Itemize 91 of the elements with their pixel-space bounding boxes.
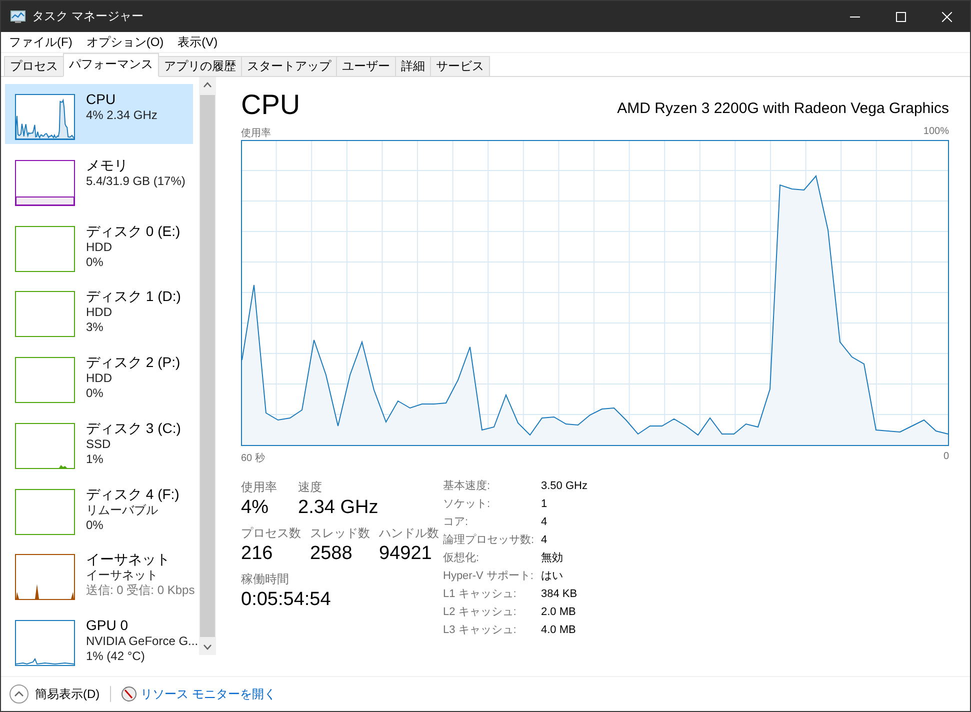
device-name: ディスク 3 (C:) xyxy=(86,420,181,437)
menu-item[interactable]: 表示(V) xyxy=(178,34,218,50)
spec-value: 384 KB xyxy=(541,587,578,602)
device-detail: 0% xyxy=(86,254,104,270)
graph-time-label: 0 xyxy=(943,451,949,464)
device-detail: 4% 2.34 GHz xyxy=(86,108,158,123)
sidebar-item[interactable]: ディスク 0 (E:) HDD 0% xyxy=(5,216,193,276)
spec-label: 基本速度: xyxy=(443,479,492,494)
sidebar-item[interactable]: ディスク 4 (F:) リムーバブル 0% xyxy=(5,478,193,538)
menu-item[interactable]: オプション(O) xyxy=(86,34,164,50)
chevron-up-circle-icon xyxy=(9,684,29,704)
gauge-icon xyxy=(120,686,137,702)
tab[interactable]: パフォーマンス xyxy=(63,53,159,77)
spec-label: Hyper-V サポート: xyxy=(443,569,534,584)
stat-label: プロセス数 xyxy=(241,525,302,542)
device-name: イーサネット xyxy=(86,551,171,568)
fewer-details-button[interactable]: 簡易表示(D) xyxy=(9,684,100,704)
spec-value: はい xyxy=(541,569,564,584)
stat-label: 速度 xyxy=(298,479,323,496)
device-detail: NVIDIA GeForce G... xyxy=(86,634,198,650)
chevron-up-icon[interactable] xyxy=(203,82,212,88)
device-detail: SSD xyxy=(86,436,112,452)
tab[interactable]: ユーザー xyxy=(336,56,396,76)
sidebar-item[interactable]: メモリ 5.4/31.9 GB (17%) xyxy=(5,150,193,210)
device-detail: 1% xyxy=(86,452,104,467)
menu-item[interactable]: ファイル(F) xyxy=(9,34,72,50)
tab[interactable]: プロセス xyxy=(4,56,64,76)
stat-value: 0:05:54:54 xyxy=(241,588,332,612)
resource-monitor-link[interactable]: リソース モニターを開く xyxy=(120,686,276,702)
spec-label: 論理プロセッサ数: xyxy=(443,533,536,548)
spec-value: 無効 xyxy=(541,551,564,566)
graph-max-label: 100% xyxy=(923,126,949,139)
spec-label: L3 キャッシュ: xyxy=(443,623,518,638)
window-title: タスク マネージャー xyxy=(32,8,144,25)
maximize-icon xyxy=(896,12,906,22)
device-detail: 3% xyxy=(86,320,104,336)
spec-value: 3.50 GHz xyxy=(541,479,588,494)
spec-label: 仮想化: xyxy=(443,551,480,566)
device-detail: 5.4/31.9 GB (17%) xyxy=(86,174,186,189)
device-detail: リムーバブル xyxy=(86,502,159,518)
spec-value: 2.0 MB xyxy=(541,605,577,620)
device-name: CPU xyxy=(86,91,117,108)
stat-value: 2588 xyxy=(310,542,354,566)
stat-label: ハンドル数 xyxy=(379,525,440,542)
device-detail: イーサネット xyxy=(86,568,159,584)
tab[interactable]: サービス xyxy=(430,56,490,76)
spec-value: 4 xyxy=(541,515,548,530)
scrollbar[interactable] xyxy=(199,77,216,655)
sidebar-item[interactable]: イーサネット イーサネット 送信: 0 受信: 0 Kbps xyxy=(5,544,193,604)
device-detail: HDD xyxy=(86,305,113,320)
graph-label: 使用率 xyxy=(241,126,271,140)
spec-label: L1 キャッシュ: xyxy=(443,587,518,602)
stat-value: 4% xyxy=(241,496,270,520)
spec-value: 4 xyxy=(541,533,548,548)
graph-time-label: 60 秒 xyxy=(241,452,265,465)
detail-title: CPU xyxy=(241,89,300,121)
device-name: ディスク 1 (D:) xyxy=(86,288,181,306)
tab[interactable]: 詳細 xyxy=(395,56,431,76)
device-name: GPU 0 xyxy=(86,617,130,634)
stat-value: 216 xyxy=(241,542,274,566)
device-detail: HDD xyxy=(86,371,113,386)
sidebar-item[interactable]: ディスク 3 (C:) SSD 1% xyxy=(5,412,193,473)
device-detail: 0% xyxy=(86,518,104,533)
spec-label: コア: xyxy=(443,515,470,530)
device-detail: 送信: 0 受信: 0 Kbps xyxy=(86,583,195,598)
stat-label: 使用率 xyxy=(241,479,278,496)
scrollbar-thumb[interactable] xyxy=(200,95,215,637)
monitor-icon xyxy=(10,10,26,24)
tab[interactable]: アプリの履歴 xyxy=(158,56,242,76)
tab[interactable]: スタートアップ xyxy=(241,56,337,76)
device-detail: 1% (42 °C) xyxy=(86,649,146,664)
device-detail: HDD xyxy=(86,240,113,255)
stat-value: 94921 xyxy=(379,542,433,566)
stat-label: スレッド数 xyxy=(310,525,371,542)
stat-label: 稼働時間 xyxy=(241,571,290,588)
spec-value: 1 xyxy=(541,497,548,512)
sidebar-item[interactable]: CPU 4% 2.34 GHz xyxy=(5,84,193,144)
spec-label: L2 キャッシュ: xyxy=(443,605,518,620)
device-name: メモリ xyxy=(86,156,129,174)
processor-model: AMD Ryzen 3 2200G with Radeon Vega Graphics xyxy=(617,100,949,117)
spec-value: 4.0 MB xyxy=(541,623,577,638)
device-detail: 0% xyxy=(86,386,104,402)
sidebar-item[interactable]: ディスク 1 (D:) HDD 3% xyxy=(5,281,193,342)
stat-value: 2.34 GHz xyxy=(298,496,380,520)
device-name: ディスク 0 (E:) xyxy=(86,222,180,240)
sidebar-item[interactable]: ディスク 2 (P:) HDD 0% xyxy=(5,347,193,407)
device-name: ディスク 2 (P:) xyxy=(86,354,180,372)
device-name: ディスク 4 (F:) xyxy=(86,486,180,503)
close-icon xyxy=(942,12,952,22)
chevron-down-icon[interactable] xyxy=(203,644,212,650)
spec-label: ソケット: xyxy=(443,497,492,512)
